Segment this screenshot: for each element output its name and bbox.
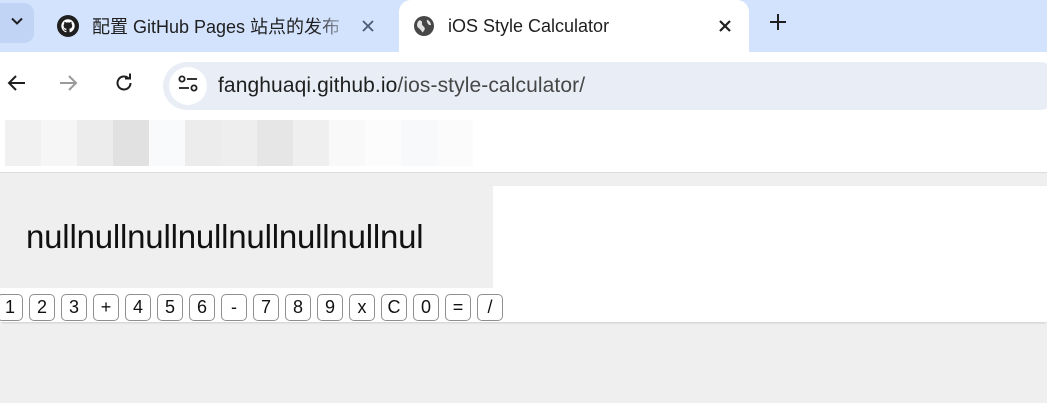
pixel-block xyxy=(329,120,365,166)
calculator-key[interactable]: 8 xyxy=(285,294,311,321)
tab-strip: 配置 GitHub Pages 站点的发布 iOS Style Calculat… xyxy=(0,0,1047,52)
calculator-key[interactable]: x xyxy=(349,294,375,321)
pixelated-placeholder-image xyxy=(5,120,473,166)
forward-button[interactable] xyxy=(53,69,85,101)
page-background xyxy=(0,325,1047,403)
tab-ios-style-calculator[interactable]: iOS Style Calculator xyxy=(399,0,749,52)
pixel-block xyxy=(401,120,437,166)
calculator: nullnullnullnullnullnullnullnul 1 2 3 +4 5 6-… xyxy=(0,186,1047,322)
page-content: nullnullnullnullnullnullnullnul 1 2 3 +4 5 6-… xyxy=(0,120,1047,403)
new-tab-button[interactable] xyxy=(762,8,794,40)
site-info-button[interactable] xyxy=(169,67,207,105)
url-path: /ios-style-calculator/ xyxy=(397,74,586,97)
tab-github-pages[interactable]: 配置 GitHub Pages 站点的发布 xyxy=(52,0,392,52)
url-text[interactable]: fanghuaqi.github.io/ios-style-calculator… xyxy=(218,74,585,98)
pixel-block xyxy=(257,120,293,166)
calculator-key[interactable]: 2 xyxy=(29,294,55,321)
calculator-key[interactable]: + xyxy=(93,294,119,321)
calculator-key[interactable]: = xyxy=(445,294,471,321)
calculator-key[interactable]: 9 xyxy=(317,294,343,321)
pixel-block xyxy=(77,120,113,166)
calculator-key[interactable]: 6 xyxy=(189,294,215,321)
calculator-key[interactable]: / xyxy=(477,294,503,321)
pixel-block xyxy=(293,120,329,166)
address-bar[interactable]: fanghuaqi.github.io/ios-style-calculator… xyxy=(163,62,1047,110)
reload-icon xyxy=(114,73,134,98)
pixel-block xyxy=(149,120,185,166)
plus-icon xyxy=(769,13,787,36)
calculator-key[interactable]: 5 xyxy=(157,294,183,321)
background-band xyxy=(0,173,1047,186)
tab-title: iOS Style Calculator xyxy=(448,15,610,36)
back-button[interactable] xyxy=(0,69,32,101)
calculator-key[interactable]: C xyxy=(381,294,407,321)
arrow-left-icon xyxy=(6,74,26,97)
pixel-block xyxy=(365,120,401,166)
chevron-down-icon xyxy=(10,14,24,33)
calculator-key[interactable]: 7 xyxy=(253,294,279,321)
pixel-block xyxy=(41,120,77,166)
calculator-key[interactable]: 1 xyxy=(0,294,23,321)
pixel-block xyxy=(437,120,473,166)
site-settings-icon xyxy=(177,74,199,99)
calculator-key[interactable]: 3 xyxy=(61,294,87,321)
close-icon[interactable] xyxy=(711,12,739,40)
calculator-key[interactable]: 4 xyxy=(125,294,151,321)
tab-title: 配置 GitHub Pages 站点的发布 xyxy=(92,17,341,37)
close-icon[interactable] xyxy=(354,12,382,40)
tab-search-button[interactable] xyxy=(0,3,34,43)
pixel-block xyxy=(185,120,221,166)
github-icon xyxy=(56,14,80,38)
calculator-key[interactable]: - xyxy=(221,294,247,321)
arrow-right-icon xyxy=(59,74,79,97)
pixel-block xyxy=(221,120,257,166)
url-host: fanghuaqi.github.io xyxy=(218,74,398,97)
reload-button[interactable] xyxy=(108,69,140,101)
calculator-keypad: 1 2 3 +4 5 6-7 8 9 x C 0 = / xyxy=(0,294,503,321)
calculator-key[interactable]: 0 xyxy=(413,294,439,321)
pixel-block xyxy=(113,120,149,166)
pixel-block xyxy=(5,120,41,166)
display-value: nullnullnullnullnullnullnullnul xyxy=(26,218,424,255)
calculator-display: nullnullnullnullnullnullnullnul xyxy=(0,186,493,288)
browser-toolbar: fanghuaqi.github.io/ios-style-calculator… xyxy=(0,52,1047,120)
globe-icon xyxy=(412,14,436,38)
